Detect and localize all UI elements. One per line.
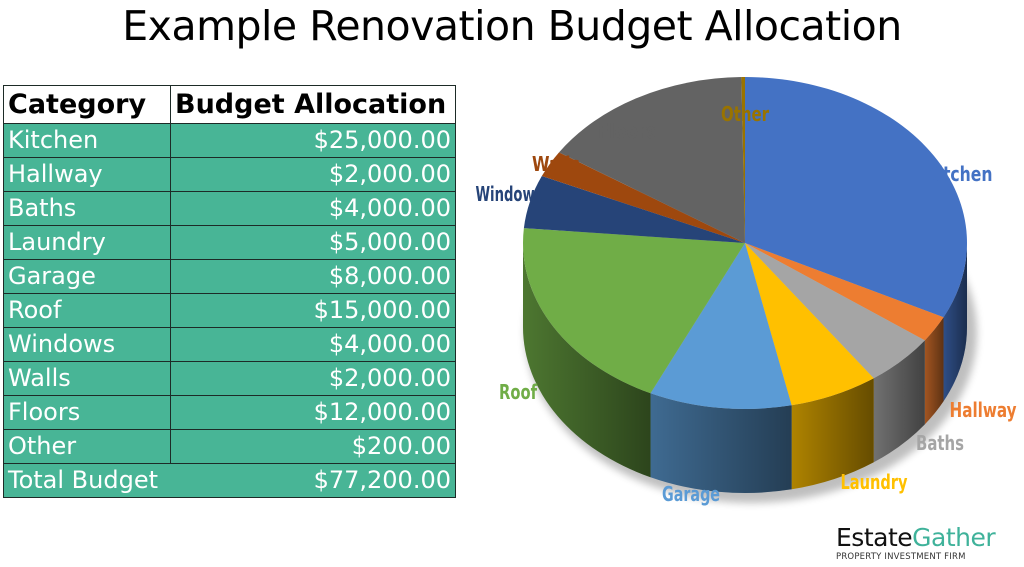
pie-label-other: Other: [721, 102, 769, 126]
pie-label-kitchen: Kitchen: [926, 162, 993, 186]
pie-label-roof: Roof: [499, 380, 537, 404]
pie-label-floors: Floors: [598, 119, 656, 143]
pie-top: [523, 77, 967, 410]
pie-label-hallway: Hallway: [950, 398, 1017, 422]
estategather-logo: EstateGather PROPERTY INVESTMENT FIRM: [836, 523, 996, 563]
pie-label-laundry: Laundry: [841, 470, 908, 494]
pie-label-windows: Windows: [476, 182, 543, 206]
pie-side-shade-garage: [650, 393, 792, 493]
pie-label-walls: Walls: [532, 152, 580, 176]
logo-name-gather: Gather: [912, 523, 996, 552]
logo-tagline: PROPERTY INVESTMENT FIRM: [836, 552, 966, 562]
logo-name-estate: Estate: [836, 523, 913, 552]
logo-name: EstateGather: [836, 523, 996, 552]
pie-label-garage: Garage: [662, 482, 720, 506]
pie-chart: Kitchen Hallway Baths Laundry Garage Roof Wind…: [476, 77, 1017, 506]
pie-label-baths: Baths: [916, 431, 964, 455]
